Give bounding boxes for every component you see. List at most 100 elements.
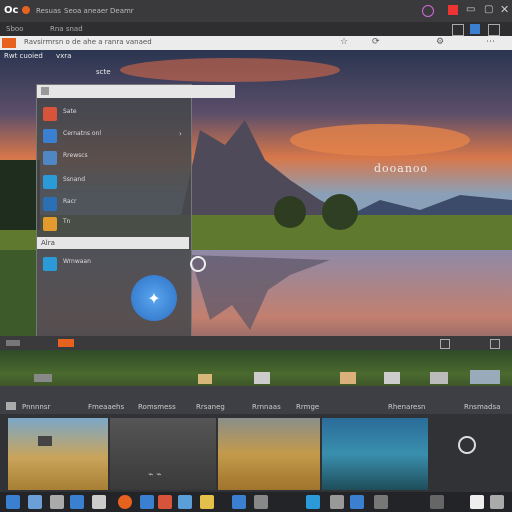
gallery-thumbnail[interactable] [8,418,108,490]
taskbar-app-icon[interactable] [28,495,42,509]
app-icon-cyan [43,257,57,271]
gallery-label[interactable]: Rnsmadsa [464,403,500,411]
add-image-icon[interactable] [458,436,476,454]
refresh-icon[interactable]: ⟳ [372,37,380,47]
gallery-label[interactable]: Fmeaaehs [88,403,124,411]
menu-item-2[interactable]: Seoa aneaer [64,7,108,15]
app-icon [22,6,30,14]
taskbar-app-icon[interactable] [330,495,344,509]
app-logo: Oc [4,5,19,16]
sub-toolbar: Sboo Rna snad [0,22,512,36]
wallpaper-label-left: Rwt cuoied [4,52,43,60]
chevron-right-icon[interactable]: › [179,130,182,138]
minimize-icon[interactable]: ▭ [466,4,475,15]
strip-icon[interactable] [490,339,500,349]
tray-icon[interactable] [430,495,444,509]
browser-icon[interactable] [118,495,132,509]
desktop-icon[interactable] [430,372,448,384]
taskbar-app-icon[interactable] [374,495,388,509]
tray-icon[interactable] [490,495,504,509]
gallery-label[interactable]: Pnnnnsr [22,403,50,411]
menu-item-3[interactable]: Deamr [110,7,134,15]
panel-header [37,85,235,98]
taskbar-app-icon[interactable] [232,495,246,509]
taskbar-app-icon[interactable] [350,495,364,509]
panel-item[interactable]: Wrnwaan [41,255,187,273]
strip-icon[interactable] [440,339,450,349]
gallery-thumbnail[interactable]: ⌁ ⌁ [110,418,216,490]
start-icon[interactable] [6,495,20,509]
panel-item[interactable]: Sate [41,105,187,123]
taskbar-app-icon[interactable] [254,495,268,509]
taskbar-app-icon[interactable] [50,495,64,509]
panel-handle-icon [41,87,49,95]
back-icon[interactable] [2,38,16,48]
wallpaper-label-far: scte [96,68,111,76]
desktop-icon[interactable] [384,372,400,384]
person-figure-icon [38,436,52,446]
app-icon-blue [43,129,57,143]
gallery-label[interactable]: Rhenaresn [388,403,425,411]
taskbar [0,492,512,512]
taskbar-app-icon[interactable] [92,495,106,509]
title-bar: Oc Resuas Seoa aneaer Deamr ▭ ▢ ✕ [0,0,512,22]
breadcrumb-1[interactable]: Sboo [6,25,23,33]
address-text[interactable]: Ravsirmrsn o de ahe a ranra vanaed [24,38,152,46]
close-icon[interactable]: ✕ [500,3,509,16]
gallery-label[interactable]: Rrmge [296,403,319,411]
app-icon-cyan [43,175,57,189]
panel-item[interactable]: Tn [41,215,187,233]
panel-item[interactable]: Racr [41,195,187,213]
panel-item[interactable]: Ssnand [41,173,187,191]
panel-item[interactable]: Rrewscs [41,149,187,167]
gallery-toolbar: Pnnnnsr Fmeaaehs Romsmess Rrsaneg Rrnnaa… [0,386,512,414]
gallery-label[interactable]: Rrnnaas [252,403,281,411]
grass-wallpaper [0,350,512,390]
desktop-icon[interactable] [34,374,52,382]
taskbar-app-icon[interactable] [140,495,154,509]
taskbar-app-icon[interactable] [70,495,84,509]
panel-item[interactable]: Cernatns onl › [41,127,187,145]
gallery-label[interactable]: Rrsaneg [196,403,225,411]
desktop-icon[interactable] [254,372,270,384]
desktop-icon[interactable] [470,370,500,384]
placeholder-icon: ⌁ ⌁ [148,470,162,480]
menu-icon[interactable] [488,24,500,36]
status-strip [0,336,512,350]
app-icon-blue [43,151,57,165]
taskbar-app-icon[interactable] [306,495,320,509]
menu-item-1[interactable]: Resuas [36,7,61,15]
strip-icon[interactable] [6,340,20,346]
address-bar[interactable]: Ravsirmrsn o de ahe a ranra vanaed ☆ ⟳ ⚙… [0,36,512,51]
gallery-thumbnail[interactable] [218,418,320,490]
assistant-orb-icon[interactable]: ✦ [131,275,177,321]
view-icon[interactable] [452,24,464,36]
wallpaper-label-mid: vxra [56,52,72,60]
overlay-title: dooanoo [374,162,429,175]
notification-icon[interactable] [448,5,458,15]
gallery-label[interactable]: Romsmess [138,403,176,411]
taskbar-app-icon[interactable] [158,495,172,509]
share-icon[interactable] [470,24,480,34]
app-icon-red [43,107,57,121]
cursor-ring-icon [190,256,206,272]
more-icon[interactable]: ⋯ [486,37,495,47]
gallery-icon[interactable] [6,402,16,410]
app-launcher-panel: Sate Cernatns onl › Rrewscs Ssnand Racr … [36,84,235,338]
profile-icon[interactable] [422,5,434,17]
image-gallery: ⌁ ⌁ [0,414,512,492]
panel-section-header: Alra [37,237,189,249]
folder-icon[interactable] [200,495,214,509]
app-icon-blue [43,197,57,211]
app-icon-orange [43,217,57,231]
settings-icon[interactable]: ⚙ [436,37,444,47]
desktop-icon[interactable] [198,374,212,384]
record-icon[interactable] [58,339,74,347]
desktop-icon[interactable] [340,372,356,384]
gallery-thumbnail[interactable] [322,418,428,490]
maximize-icon[interactable]: ▢ [484,4,493,15]
notification-center-icon[interactable] [470,495,484,509]
bookmark-icon[interactable]: ☆ [340,37,348,47]
taskbar-app-icon[interactable] [178,495,192,509]
breadcrumb-2[interactable]: Rna snad [50,25,83,33]
